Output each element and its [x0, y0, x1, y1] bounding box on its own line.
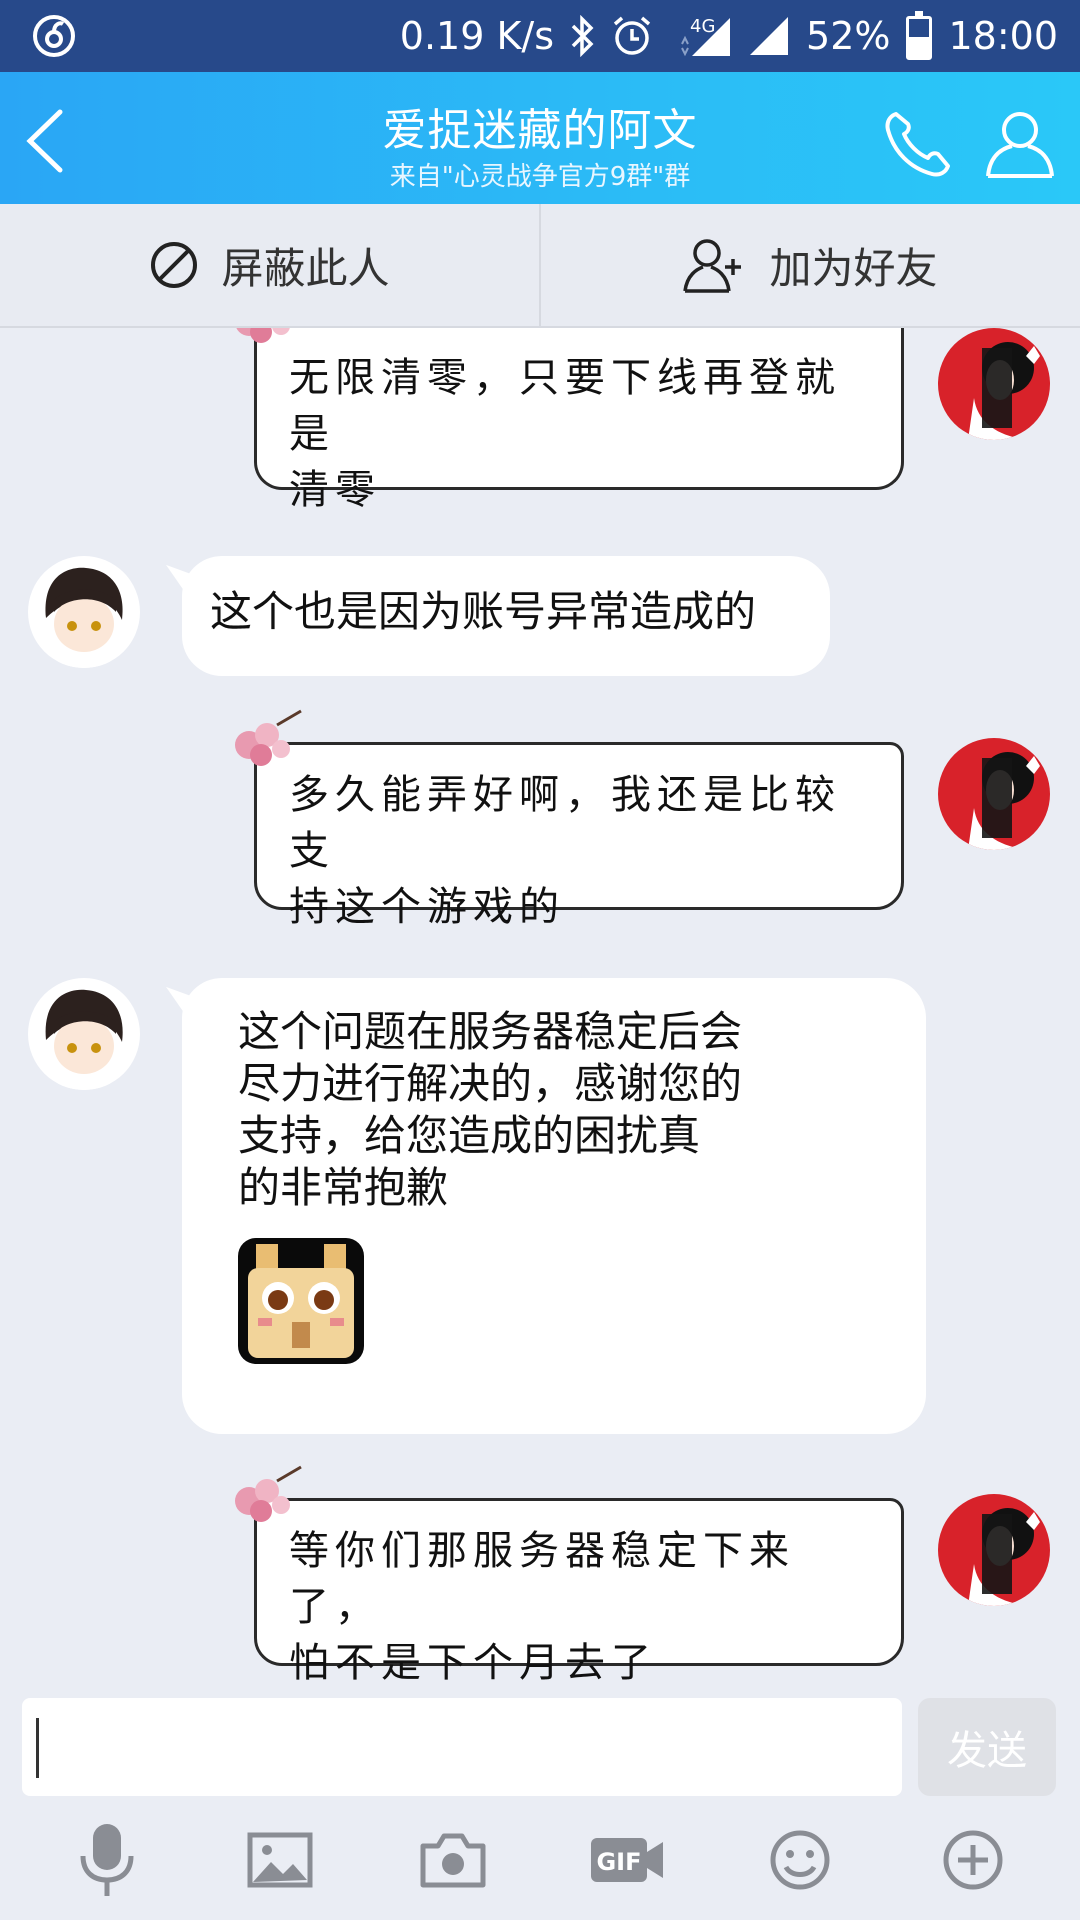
svg-text:GIF: GIF [596, 1848, 641, 1876]
profile-button[interactable] [982, 106, 1058, 182]
message-bubble[interactable]: 这个也是因为账号异常造成的 [182, 556, 830, 676]
phone-call-button[interactable] [882, 108, 954, 180]
bluetooth-icon [570, 15, 594, 57]
add-friend-label: 加为好友 [769, 243, 938, 293]
message-line: 这个问题在服务器稳定后会 [238, 1007, 743, 1056]
message-line: 持这个游戏的 [289, 884, 565, 930]
camera-button[interactable] [408, 1815, 498, 1905]
image-button[interactable] [235, 1815, 325, 1905]
message-line: 尽力进行解决的，感谢您的 [238, 1059, 743, 1108]
add-friend-button[interactable]: 加为好友 [541, 204, 1080, 326]
flower-decoration-icon [235, 1465, 302, 1522]
gif-icon: GIF [590, 1838, 663, 1882]
message-line: 支持，给您造成的困扰真 [238, 1111, 701, 1160]
network-label: 4G [690, 16, 715, 37]
camera-icon [420, 1833, 486, 1888]
message-line: 的非常抱歉 [238, 1163, 449, 1212]
message-line: 怕不是下个月去了 [289, 1640, 657, 1686]
compose-toolbar: GIF [0, 1800, 1080, 1920]
more-button[interactable] [928, 1815, 1018, 1905]
my-avatar[interactable] [938, 328, 1050, 440]
message-line: 多久能弄好啊，我还是比较支 [289, 772, 841, 874]
message-line: 这个也是因为账号异常造成的 [210, 587, 757, 636]
netease-music-icon [33, 15, 75, 57]
clock: 18:00 [948, 14, 1058, 58]
message-line: 清零 [289, 467, 381, 513]
microphone-icon [80, 1824, 134, 1896]
net-speed: 0.19 K/s [399, 14, 555, 58]
chat-header: 爱捉迷藏的阿文 来自"心灵战争官方9群"群 [0, 72, 1080, 204]
message-line: 等你们那服务器稳定下来了， [289, 1528, 795, 1630]
text-cursor [36, 1718, 39, 1778]
image-icon [247, 1832, 313, 1888]
message-bubble[interactable]: 无限清零，只要下线再登就是 清零 [236, 328, 904, 513]
sender-avatar[interactable] [28, 978, 140, 1090]
message-bubble[interactable]: 多久能弄好啊，我还是比较支 持这个游戏的 [235, 709, 904, 930]
block-user-label: 屏蔽此人 [221, 243, 390, 293]
block-user-button[interactable]: 屏蔽此人 [0, 204, 539, 326]
flower-decoration-icon [236, 328, 290, 343]
alarm-icon [610, 14, 654, 58]
gif-button[interactable]: GIF [582, 1815, 672, 1905]
my-avatar[interactable] [938, 1494, 1050, 1606]
message-line: 无限清零，只要下线再登就是 [289, 355, 841, 457]
battery-percent: 52% [806, 14, 891, 58]
my-avatar[interactable] [938, 738, 1050, 850]
chat-message-list[interactable]: 无限清零，只要下线再登就是 清零 这个也是因为账号异常造成的 多久能弄好啊，我还… [0, 328, 1080, 1686]
sender-avatar[interactable] [28, 556, 140, 668]
voice-button[interactable] [62, 1815, 152, 1905]
message-bubble[interactable]: 等你们那服务器稳定下来了， 怕不是下个月去了 [235, 1465, 904, 1686]
message-input[interactable] [22, 1698, 902, 1796]
message-bubble[interactable]: 这个问题在服务器稳定后会 尽力进行解决的，感谢您的 支持，给您造成的困扰真 的非… [182, 978, 926, 1434]
wifi-signal-icon [748, 15, 790, 57]
plus-icon [943, 1830, 1003, 1890]
flower-decoration-icon [235, 709, 302, 766]
signal-icon: 4G [670, 14, 732, 58]
add-friend-icon [683, 239, 742, 293]
pixel-rabbit-sticker-icon[interactable] [238, 1238, 364, 1364]
compose-row: 发送 [0, 1686, 1080, 1800]
status-bar: 0.19 K/s 4G 52% 18:00 [0, 0, 1080, 72]
block-icon [151, 242, 198, 288]
send-button[interactable]: 发送 [918, 1698, 1056, 1796]
emoji-icon [770, 1830, 830, 1890]
battery-icon [906, 11, 933, 60]
emoji-button[interactable] [755, 1815, 845, 1905]
stranger-action-bar: 屏蔽此人 加为好友 [0, 204, 1080, 328]
